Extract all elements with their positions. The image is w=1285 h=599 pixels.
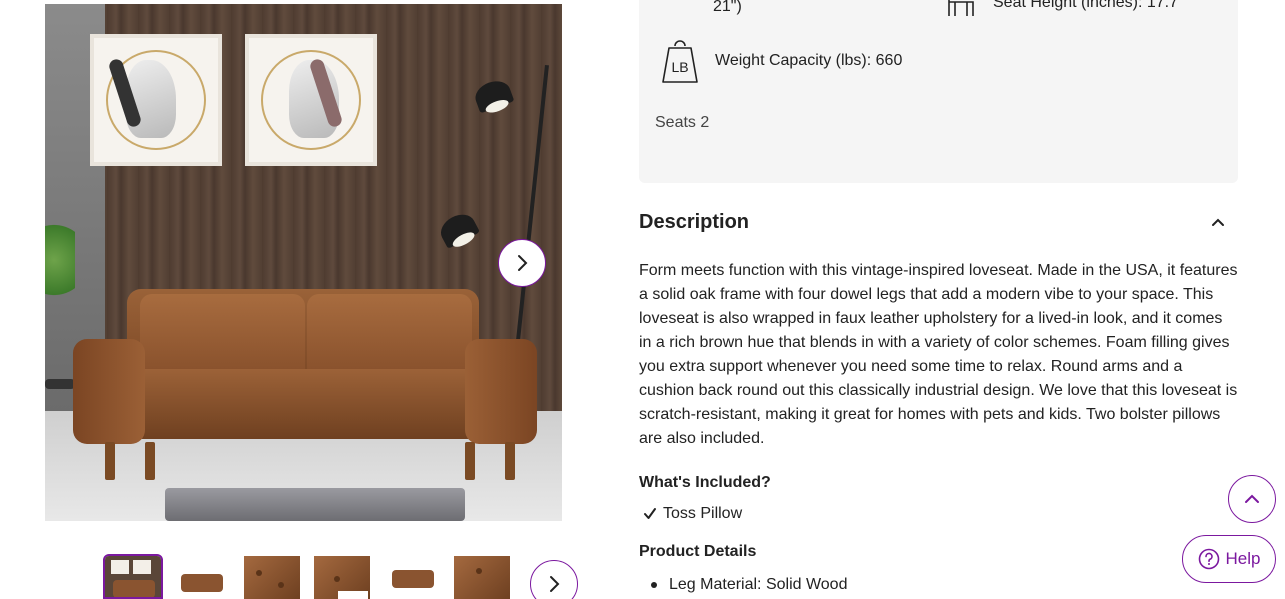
image-sofa-leg xyxy=(465,442,475,480)
seat-height-label: Seat Height (inches): 17.7 xyxy=(993,0,1178,11)
next-thumbnail-button[interactable] xyxy=(530,560,578,599)
image-artwork-left xyxy=(90,34,222,166)
thumbnail-4[interactable] xyxy=(314,556,370,599)
image-sofa-leg xyxy=(105,442,115,480)
image-plant xyxy=(45,224,75,314)
included-item-label: Toss Pillow xyxy=(663,505,743,522)
help-button[interactable]: Help xyxy=(1182,535,1276,583)
thumbnail-6[interactable] xyxy=(454,556,510,599)
seats-count: Seats 2 xyxy=(655,114,710,131)
thumbnail-strip xyxy=(103,554,523,599)
chevron-right-icon xyxy=(550,576,560,592)
description-accordion-header[interactable]: Description xyxy=(639,206,1238,238)
whats-included-title: What's Included? xyxy=(639,474,771,491)
image-sofa-leg xyxy=(145,442,155,480)
product-main-image[interactable] xyxy=(45,4,562,521)
included-item: Toss Pillow xyxy=(643,505,742,523)
chevron-right-icon xyxy=(518,255,528,271)
image-sofa-arm xyxy=(73,339,145,444)
product-detail-label: Leg Material: Solid Wood xyxy=(669,576,848,593)
weight-capacity-label: Weight Capacity (lbs): 660 xyxy=(715,52,903,69)
scroll-to-top-button[interactable] xyxy=(1228,475,1276,523)
svg-text:LB: LB xyxy=(671,59,688,75)
help-icon xyxy=(1198,548,1219,570)
image-sofa-seat xyxy=(85,369,525,439)
chevron-up-icon xyxy=(1212,218,1224,226)
thumbnail-2[interactable] xyxy=(173,556,229,599)
help-label: Help xyxy=(1225,549,1261,568)
product-detail-item: Leg Material: Solid Wood xyxy=(651,576,847,594)
product-details-title: Product Details xyxy=(639,543,757,560)
thumbnail-3[interactable] xyxy=(244,556,300,599)
thumbnail-5[interactable] xyxy=(384,556,440,599)
image-sofa-leg xyxy=(505,442,515,480)
description-title: Description xyxy=(639,210,750,233)
image-side-table xyxy=(45,379,75,389)
image-sofa-arm xyxy=(465,339,537,444)
description-body: Form meets function with this vintage-in… xyxy=(639,262,1238,447)
overall-dimension-fragment: 21") xyxy=(713,0,742,15)
weight-icon: LB xyxy=(662,40,698,83)
chevron-up-icon xyxy=(1245,494,1259,503)
checkmark-icon xyxy=(644,508,656,519)
image-rug xyxy=(165,488,465,521)
specifications-panel: 21") Seat Height (inches): 17.7 LB Weigh… xyxy=(639,0,1238,183)
next-image-button[interactable] xyxy=(498,239,546,287)
weight-capacity-spec: LB Weight Capacity (lbs): 660 xyxy=(659,38,902,84)
seat-height-spec: Seat Height (inches): 17.7 xyxy=(945,0,1178,18)
bullet-icon xyxy=(651,582,657,588)
chair-icon xyxy=(948,0,974,16)
image-artwork-right xyxy=(245,34,377,166)
thumbnail-1[interactable] xyxy=(103,554,163,599)
